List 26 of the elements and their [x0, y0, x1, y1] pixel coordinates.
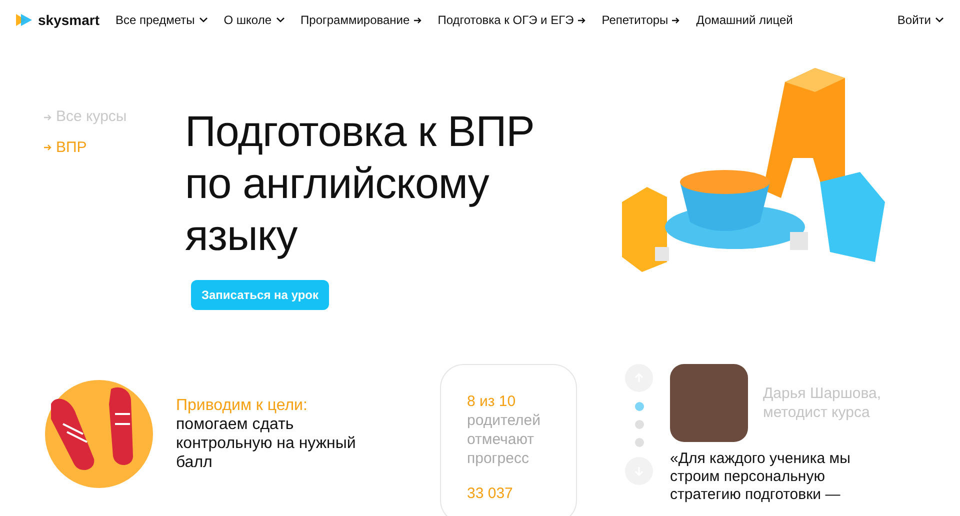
nav-link[interactable]: Репетиторы — [602, 11, 680, 29]
stat-label: родителей отмечают прогресс — [467, 411, 542, 468]
arrow-right-icon — [672, 16, 680, 24]
chevron-down-icon — [198, 17, 208, 23]
chevron-down-icon — [276, 17, 285, 23]
arrow-right-icon — [414, 16, 422, 24]
stat-value: 33 037 — [467, 484, 514, 503]
arrow-right-icon — [44, 114, 52, 121]
quote-text: «Для каждого ученика мы строим персональную стратегию подготовки — — [670, 450, 852, 504]
logo-icon — [16, 14, 32, 26]
nav-link[interactable]: Все предметы — [116, 11, 208, 29]
arrow-right-icon — [44, 144, 52, 152]
arrow-right-icon — [578, 16, 586, 24]
nav-link[interactable]: Программирование — [300, 11, 422, 29]
page-title: Подготовка к ВПР по английскому языку — [185, 107, 536, 262]
author-name: Дарья Шаршова, — [763, 384, 882, 403]
nav-link[interactable]: Подготовка к ОГЭ и ЕГЭ — [438, 11, 586, 29]
logo-text[interactable]: skysmart — [38, 10, 100, 30]
nav-link[interactable]: Домашний лицей — [696, 11, 793, 29]
author-role: методист курса — [763, 403, 871, 422]
stat-value: 8 из 10 — [467, 392, 517, 411]
chevron-down-icon — [935, 17, 944, 23]
feature-text: помогаем сдать контрольную на нужный балл — [176, 415, 357, 472]
nav-link[interactable]: О школе — [224, 11, 285, 29]
login-link[interactable]: Войти — [897, 11, 944, 29]
feature-title: Приводим к цели: — [176, 396, 308, 415]
